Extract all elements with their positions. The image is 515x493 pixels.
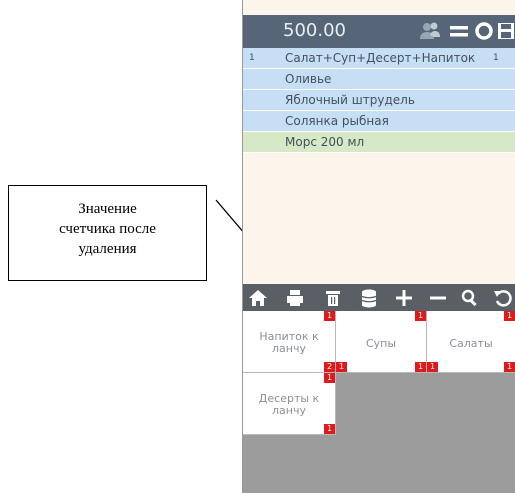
callout-line-1: Значение	[78, 201, 137, 217]
tile-badge-top: 1	[324, 311, 335, 321]
tile-badge-bottom-left: 1	[427, 362, 438, 372]
top-bar: 500.00	[243, 15, 515, 48]
tile-badge-bottom: 2	[324, 362, 335, 372]
order-set-number: 1	[249, 53, 255, 63]
order-item[interactable]: Оливье	[243, 69, 515, 90]
order-item-name: Морс 200 мл	[285, 135, 365, 149]
order-item[interactable]: Яблочный штрудель	[243, 90, 515, 111]
tile-badge-top: 1	[415, 311, 426, 321]
tile-label-line2: ланчу	[272, 342, 306, 355]
callout-line-2: счетчика после	[59, 221, 156, 237]
category-tile-drinks[interactable]: 1 Напиток к ланчу 2	[243, 311, 336, 373]
order-set-row[interactable]: 1 Салат+Суп+Десерт+Напиток 1	[243, 48, 515, 69]
callout-line-3: удаления	[78, 241, 137, 257]
order-item-name: Солянка рыбная	[285, 114, 389, 128]
order-total: 500.00	[283, 20, 346, 41]
tile-label-line1: Супы	[365, 337, 397, 350]
users-icon[interactable]	[419, 21, 441, 41]
order-item-selected[interactable]: Морс 200 мл	[243, 132, 515, 153]
category-tile-soups[interactable]: 1 Супы 1 1	[336, 311, 427, 373]
search-icon[interactable]	[460, 288, 480, 308]
tile-badge-bottom: 1	[504, 362, 515, 372]
home-icon[interactable]	[248, 288, 268, 308]
action-toolbar	[243, 284, 515, 311]
refresh-icon[interactable]	[493, 288, 513, 308]
print-icon[interactable]	[285, 288, 305, 308]
category-tile-salads[interactable]: 1 Салаты 1 1	[427, 311, 515, 373]
order-item[interactable]: Солянка рыбная	[243, 111, 515, 132]
save-icon[interactable]	[497, 21, 515, 41]
plus-icon[interactable]	[394, 288, 414, 308]
database-icon[interactable]	[359, 288, 379, 308]
settings-icon[interactable]	[474, 21, 494, 41]
order-set-qty: 1	[493, 53, 499, 63]
tile-badge-top: 1	[504, 311, 515, 321]
trash-icon[interactable]	[323, 288, 343, 308]
tile-badge-top: 1	[324, 373, 335, 383]
menu-icon[interactable]	[449, 21, 469, 41]
order-item-name: Яблочный штрудель	[285, 93, 415, 107]
order-item-name: Оливье	[285, 72, 332, 86]
category-tile-desserts[interactable]: 1 Десерты к ланчу 1	[243, 373, 336, 435]
tile-badge-bottom: 1	[415, 362, 426, 372]
tile-badge-bottom: 1	[324, 424, 335, 434]
tile-label-line2: ланчу	[272, 404, 306, 417]
pos-app-screen: 500.00 1 Салат+Суп+Десерт+Напиток 1 Олив…	[242, 0, 515, 493]
annotation-callout: Значение счетчика после удаления	[8, 185, 207, 281]
order-set-name: Салат+Суп+Десерт+Напиток	[285, 51, 476, 65]
tile-label-line1: Салаты	[449, 337, 493, 350]
tile-badge-bottom-left: 1	[336, 362, 347, 372]
minus-icon[interactable]	[428, 288, 448, 308]
